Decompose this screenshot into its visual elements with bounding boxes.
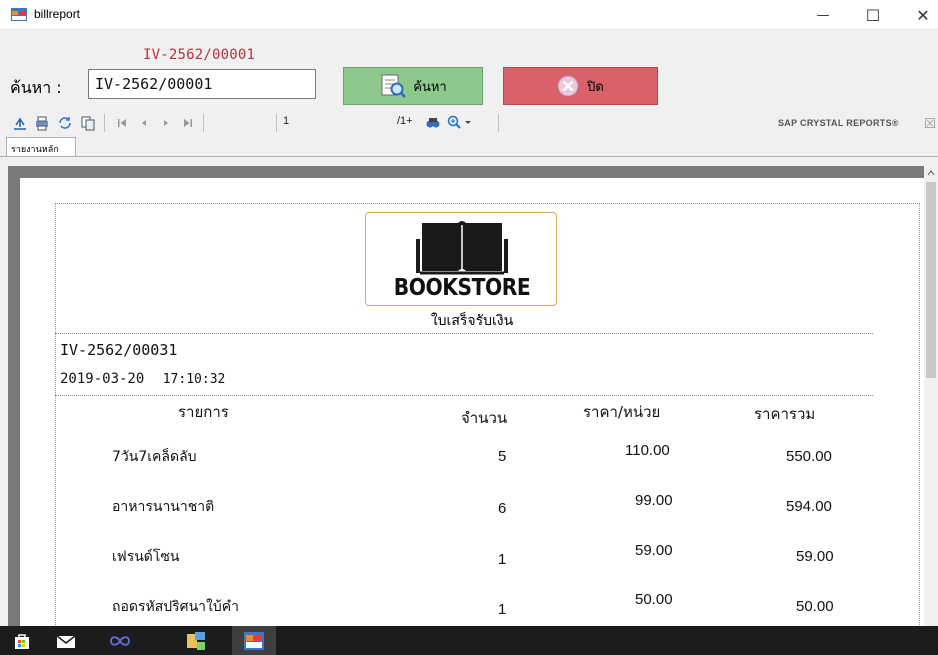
row-item: ถอดรหัสปริศนาใบ้คำ <box>112 599 239 615</box>
column-header-unit-price: ราคา/หน่วย <box>583 403 661 421</box>
database-tool-icon[interactable] <box>174 626 218 655</box>
export-icon[interactable] <box>12 115 28 131</box>
column-header-qty: จำนวน <box>461 409 508 427</box>
bill-date: 2019-03-20 <box>60 371 145 387</box>
row-total: 594.00 <box>786 498 832 515</box>
vertical-scrollbar[interactable] <box>924 166 938 626</box>
row-qty: 5 <box>498 448 507 465</box>
bill-datetime: 2019-03-20 17:10:32 <box>60 371 225 387</box>
row-item: อาหารนานาชาติ <box>112 499 215 515</box>
minimize-button[interactable]: — <box>800 0 846 30</box>
current-page-field[interactable]: 1 <box>283 115 289 127</box>
row-unit-price: 50.00 <box>635 591 673 608</box>
bookstore-logo: BOOKSTORE <box>365 212 557 306</box>
zoom-icon[interactable] <box>446 115 474 131</box>
row-unit-price: 110.00 <box>625 442 670 459</box>
row-unit-price: 99.00 <box>635 492 673 509</box>
column-header-total: ราคารวม <box>754 405 816 423</box>
refresh-icon[interactable] <box>57 115 73 131</box>
close-toolbar-icon[interactable] <box>922 115 938 131</box>
divider <box>55 395 873 396</box>
store-icon[interactable] <box>0 626 44 655</box>
bill-number: IV-2562/00031 <box>60 341 178 359</box>
first-page-icon[interactable] <box>114 115 130 131</box>
search-panel: IV-2562/00001 ค้นหา : ค้นหา ปิด <box>0 31 938 109</box>
row-item: 7วัน7เคล็ดลับ <box>112 449 197 465</box>
billreport-window: billreport — ☐ ✕ IV-2562/00001 ค้นหา : ค… <box>0 0 938 626</box>
bill-time: 17:10:32 <box>162 372 226 387</box>
mail-icon[interactable] <box>44 626 88 655</box>
report-page: BOOKSTORE ใบเสร็จรับเงิน IV-2562/00031 2… <box>20 178 924 626</box>
row-qty: 6 <box>498 500 507 517</box>
infinity-icon[interactable] <box>98 626 142 655</box>
search-button[interactable]: ค้นหา <box>343 67 483 105</box>
close-button[interactable]: ปิด <box>503 67 658 105</box>
copy-icon[interactable] <box>80 115 96 131</box>
next-page-icon[interactable] <box>158 115 174 131</box>
close-button-label: ปิด <box>587 79 604 95</box>
app-icon <box>11 8 27 21</box>
crystal-reports-brand: SAP CRYSTAL REPORTS® <box>778 118 899 128</box>
title-bar: billreport — ☐ ✕ <box>0 0 938 30</box>
row-qty: 1 <box>498 551 507 568</box>
toolbar-separator <box>104 114 105 132</box>
row-total: 50.00 <box>796 598 834 615</box>
search-button-label: ค้นหา <box>413 79 447 95</box>
row-unit-price: 59.00 <box>635 542 673 559</box>
search-report-icon <box>381 74 407 98</box>
search-hint: IV-2562/00001 <box>143 47 256 63</box>
toolbar-separator <box>203 114 204 132</box>
report-viewer: BOOKSTORE ใบเสร็จรับเงิน IV-2562/00031 2… <box>8 166 924 626</box>
row-total: 550.00 <box>786 448 832 465</box>
logo-text: BOOKSTORE <box>393 275 531 301</box>
search-label: ค้นหา : <box>10 78 62 97</box>
prev-page-icon[interactable] <box>136 115 152 131</box>
toolbar-separator <box>276 114 277 132</box>
last-page-icon[interactable] <box>180 115 196 131</box>
row-qty: 1 <box>498 601 507 618</box>
divider <box>55 333 873 334</box>
find-icon[interactable] <box>425 115 441 131</box>
toolbar-separator <box>498 114 499 132</box>
print-icon[interactable] <box>34 115 50 131</box>
open-book-icon <box>416 221 508 275</box>
search-input[interactable] <box>88 69 316 99</box>
row-total: 59.00 <box>796 548 834 565</box>
row-item: เฟรนด์โซน <box>112 549 180 565</box>
maximize-button[interactable]: ☐ <box>850 0 896 30</box>
close-window-button[interactable]: ✕ <box>900 0 938 30</box>
taskbar <box>0 626 938 655</box>
close-circle-icon <box>557 75 579 97</box>
column-header-item: รายการ <box>178 403 229 421</box>
scroll-thumb[interactable] <box>926 182 936 378</box>
receipt-title: ใบเสร็จรับเงิน <box>430 313 514 329</box>
billreport-taskbar-icon[interactable] <box>232 626 276 655</box>
tab-divider <box>0 156 938 157</box>
total-pages-label: /1+ <box>397 115 413 127</box>
report-toolbar: 1 /1+ SAP CRYSTAL REPORTS® <box>0 109 938 137</box>
window-title: billreport <box>34 7 81 21</box>
tab-main-report[interactable]: รายงานหลัก <box>6 137 76 157</box>
scroll-up-icon[interactable] <box>924 166 938 180</box>
